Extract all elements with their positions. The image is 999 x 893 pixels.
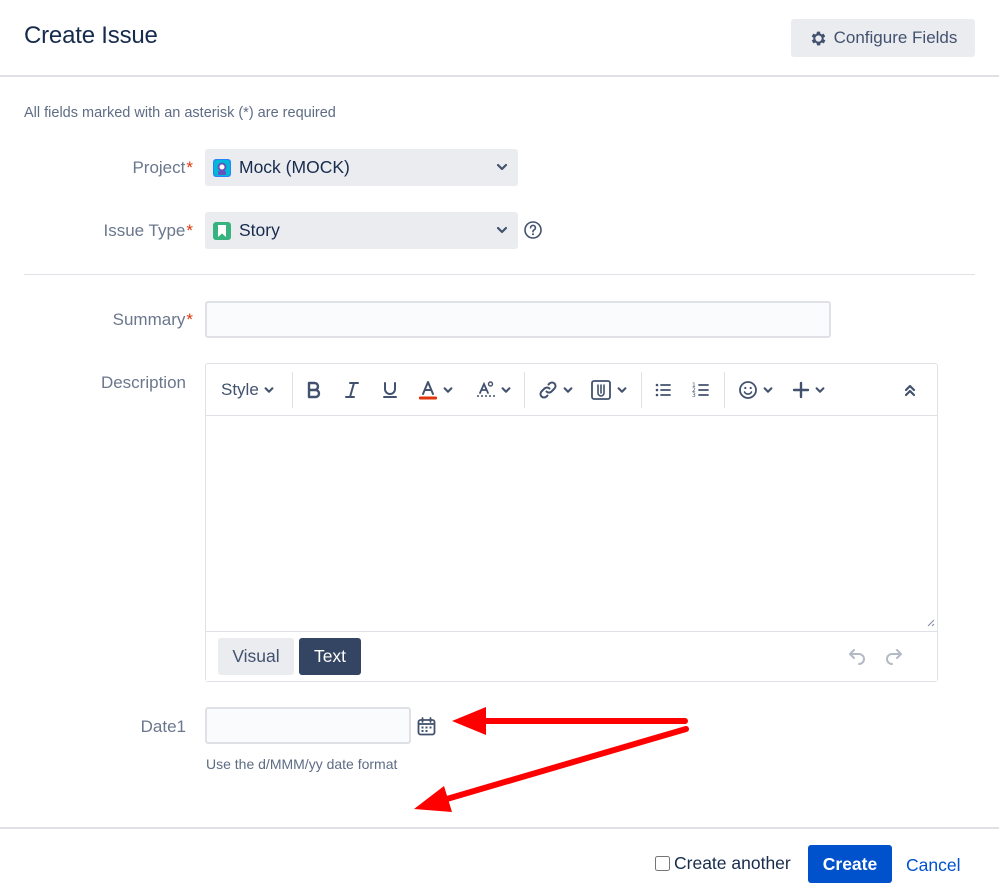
attachment-icon — [591, 380, 611, 400]
text-effects-button[interactable] — [476, 377, 512, 403]
link-button[interactable] — [538, 377, 574, 403]
style-dropdown[interactable]: Style — [221, 377, 275, 403]
issue-type-value: Story — [239, 220, 280, 240]
chevron-down-icon — [496, 226, 508, 234]
italic-icon — [345, 382, 359, 398]
section-divider — [24, 274, 975, 275]
editor-mode-bar: Visual Text — [206, 631, 937, 681]
required-fields-note: All fields marked with an asterisk (*) a… — [24, 105, 336, 121]
chevron-down-icon — [563, 387, 573, 393]
configure-fields-button[interactable]: Configure Fields — [791, 19, 975, 57]
chevron-down-icon — [815, 387, 825, 393]
insert-more-icon — [792, 381, 810, 399]
create-another-checkbox-input[interactable] — [655, 856, 670, 871]
project-label: Project* — [132, 158, 193, 177]
create-another-label: Create another — [674, 853, 791, 873]
resize-handle-icon[interactable] — [925, 617, 935, 627]
summary-label: Summary* — [112, 310, 193, 329]
text-mode-button[interactable]: Text — [299, 638, 361, 675]
style-dropdown-label: Style — [221, 380, 259, 399]
italic-button[interactable] — [343, 377, 361, 403]
cancel-link[interactable]: Cancel — [906, 855, 960, 876]
undo-icon[interactable] — [846, 649, 866, 665]
text-effects-icon — [477, 381, 495, 397]
attachment-button[interactable] — [590, 377, 628, 403]
description-label: Description — [100, 373, 186, 392]
numbered-list-icon: 123 — [692, 382, 709, 399]
help-icon[interactable] — [523, 220, 543, 240]
configure-fields-label: Configure Fields — [833, 28, 958, 47]
chevron-down-icon — [763, 387, 773, 393]
chevron-down-icon — [496, 163, 508, 171]
date1-input[interactable] — [205, 707, 411, 744]
bullet-list-icon — [655, 383, 671, 397]
issue-type-label: Issue Type* — [103, 221, 193, 240]
gear-icon — [811, 31, 825, 45]
insert-more-button[interactable] — [792, 377, 826, 403]
annotation-arrow — [414, 726, 689, 812]
project-value: Mock (MOCK) — [239, 157, 350, 177]
toolbar-separator — [724, 372, 725, 408]
date-format-hint: Use the d/MMM/yy date format — [206, 756, 398, 772]
toolbar-separator — [641, 372, 642, 408]
chevron-down-icon — [443, 387, 453, 393]
editor-toolbar: Style 1 2 3 — [206, 364, 937, 416]
underline-icon — [383, 382, 397, 398]
underline-button[interactable] — [381, 377, 399, 403]
project-avatar-icon — [213, 158, 231, 177]
chevron-down-icon — [617, 387, 627, 393]
text-color-button[interactable] — [418, 377, 454, 403]
date1-label: Date1 — [140, 717, 186, 736]
summary-input[interactable] — [205, 301, 831, 338]
create-button[interactable]: Create — [808, 845, 892, 883]
text-color-icon — [419, 381, 437, 400]
numbered-list-button[interactable]: 123 — [692, 377, 710, 403]
issue-type-select[interactable]: Story — [205, 212, 518, 249]
emoji-icon — [739, 381, 757, 399]
project-select[interactable]: Mock (MOCK) — [205, 149, 518, 186]
collapse-toolbar-icon — [904, 384, 916, 397]
create-another-checkbox[interactable]: Create another — [655, 853, 791, 874]
bold-button[interactable] — [305, 377, 323, 403]
description-editor: Style 1 2 3 Visual Text — [205, 363, 938, 682]
chevron-down-icon — [501, 387, 511, 393]
link-icon — [539, 381, 557, 399]
visual-mode-button[interactable]: Visual — [218, 638, 294, 675]
bold-icon — [307, 381, 321, 399]
dialog-header: Create Issue Configure Fields — [0, 0, 999, 77]
toolbar-separator — [524, 372, 525, 408]
toolbar-separator — [292, 372, 293, 408]
annotation-arrow — [452, 707, 688, 735]
dialog-footer: Create another Create Cancel — [0, 827, 999, 893]
calendar-icon[interactable] — [417, 717, 436, 736]
collapse-toolbar-button[interactable] — [903, 377, 917, 403]
emoji-button[interactable] — [738, 377, 774, 403]
svg-text:3: 3 — [692, 392, 696, 399]
dialog-title: Create Issue — [24, 22, 158, 49]
story-icon — [213, 221, 231, 240]
description-textarea[interactable] — [206, 416, 937, 631]
bullet-list-button[interactable] — [654, 377, 672, 403]
chevron-down-icon — [264, 387, 274, 393]
redo-icon[interactable] — [885, 649, 905, 665]
